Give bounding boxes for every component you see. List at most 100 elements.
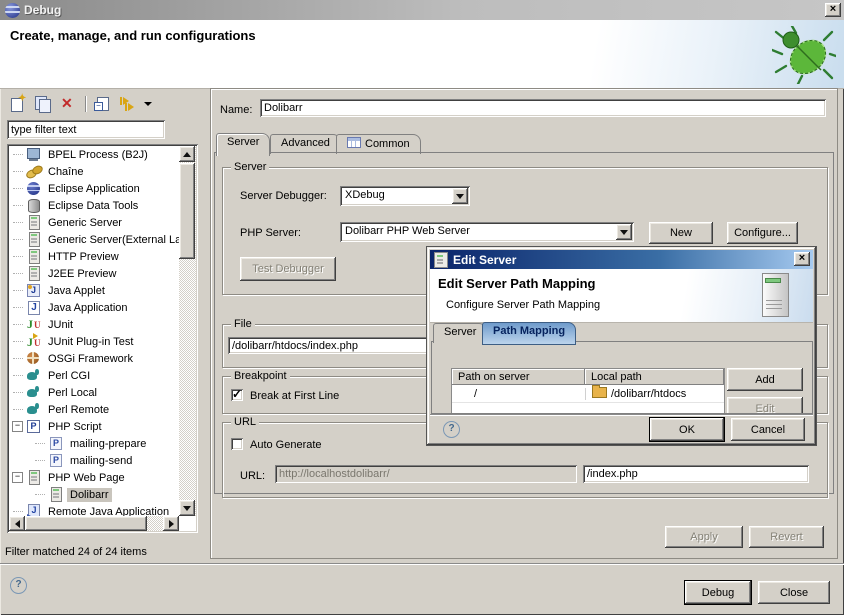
server-icon — [26, 215, 42, 230]
folder-icon — [592, 387, 607, 398]
tree-item-label: mailing-send — [67, 454, 135, 468]
tree-item-eclipse-data-tools[interactable]: Eclipse Data Tools — [9, 197, 179, 214]
tree-item-java-applet[interactable]: Java Applet — [9, 282, 179, 299]
delete-configuration-icon[interactable]: ✕ — [57, 94, 79, 114]
tree-item-osgi-framework[interactable]: OSGi Framework — [9, 350, 179, 367]
tree-connector — [13, 205, 23, 206]
path-mapping-row[interactable]: //dolibarr/htdocs — [452, 385, 724, 403]
server-tower-icon — [762, 273, 789, 317]
process-icon — [26, 147, 42, 162]
horizontal-scroll-thumb[interactable] — [25, 516, 147, 531]
add-mapping-button[interactable]: Add — [727, 368, 803, 391]
collapse-toggle-icon[interactable]: − — [12, 472, 23, 483]
server-icon — [434, 252, 448, 268]
tab-advanced[interactable]: Advanced — [270, 134, 341, 154]
cancel-button[interactable]: Cancel — [731, 418, 805, 441]
configure-server-button[interactable]: Configure... — [727, 222, 798, 244]
tree-item-eclipse-application[interactable]: Eclipse Application — [9, 180, 179, 197]
scroll-left-icon[interactable] — [9, 516, 25, 531]
debug-configurations-window: Debug × Create, manage, and run configur… — [0, 0, 844, 615]
edit-server-dialog: Edit Server × Edit Server Path Mapping C… — [427, 247, 816, 445]
close-button[interactable]: Close — [758, 581, 830, 604]
tree-item-label: Perl Remote — [45, 403, 112, 417]
tree-connector — [13, 256, 23, 257]
duplicate-configuration-icon[interactable] — [32, 94, 54, 114]
filter-launch-configurations-icon[interactable] — [117, 94, 139, 114]
tree-item-java-application[interactable]: Java Application — [9, 299, 179, 316]
tree-item-remote-java-application[interactable]: Remote Java Application — [9, 503, 179, 516]
junit-icon — [26, 317, 42, 332]
column-header-local-path[interactable]: Local path — [585, 369, 724, 385]
url-group-legend: URL — [231, 416, 259, 428]
tab-server[interactable]: Server — [216, 133, 270, 156]
ok-button[interactable]: OK — [650, 418, 724, 441]
auto-generate-checkbox[interactable]: ✓ — [231, 438, 243, 450]
tree-horizontal-scrollbar[interactable] — [9, 516, 179, 531]
tree-item-junit[interactable]: JUnit — [9, 316, 179, 333]
path-mapping-table[interactable]: Path on server Local path //dolibarr/htd… — [451, 368, 725, 414]
path-mapping-rows: //dolibarr/htdocs — [452, 385, 724, 403]
scroll-right-icon[interactable] — [163, 516, 179, 531]
tree-item-dolibarr[interactable]: Dolibarr — [9, 486, 179, 503]
tree-item-label: Generic Server — [45, 216, 125, 230]
dialog-tab-path-mapping[interactable]: Path Mapping — [482, 322, 576, 345]
vertical-scroll-thumb[interactable] — [179, 163, 195, 259]
tree-item-php-script[interactable]: − PHP Script — [9, 418, 179, 435]
dialog-tab-server[interactable]: Server — [433, 323, 487, 343]
tree-connector — [13, 358, 23, 359]
collapse-all-icon[interactable]: − — [92, 94, 114, 114]
combo-dropdown-icon[interactable] — [452, 188, 468, 204]
dialog-help-icon[interactable]: ? — [443, 421, 460, 438]
tree-item-generic-server[interactable]: Generic Server — [9, 214, 179, 231]
new-configuration-icon[interactable]: ✦ — [7, 94, 29, 114]
scroll-down-icon[interactable] — [179, 500, 195, 516]
collapse-toggle-icon[interactable]: − — [12, 421, 23, 432]
tree-item-http-preview[interactable]: HTTP Preview — [9, 248, 179, 265]
tree-connector — [13, 222, 23, 223]
tree-item-label: Eclipse Data Tools — [45, 199, 141, 213]
tree-item-bpel-process-b2j-[interactable]: BPEL Process (B2J) — [9, 146, 179, 163]
tree-item-generic-server-external-la[interactable]: Generic Server(External La — [9, 231, 179, 248]
tab-common[interactable]: Common — [336, 134, 421, 154]
php-server-combo[interactable]: Dolibarr PHP Web Server — [340, 222, 634, 242]
tree-item-php-web-page[interactable]: −PHP Web Page — [9, 469, 179, 486]
combo-dropdown-icon[interactable] — [616, 224, 632, 240]
server-debugger-combo[interactable]: XDebug — [340, 186, 470, 206]
tree-item-cha-ne[interactable]: Chaîne — [9, 163, 179, 180]
tree-connector — [35, 443, 45, 444]
revert-button: Revert — [749, 526, 824, 548]
tree-connector — [35, 460, 45, 461]
tree-connector — [13, 273, 23, 274]
tree-item-perl-remote[interactable]: Perl Remote — [9, 401, 179, 418]
tree-vertical-scrollbar[interactable] — [179, 146, 196, 516]
new-server-button[interactable]: New — [649, 222, 713, 244]
tree-item-mailing-prepare[interactable]: mailing-prepare — [9, 435, 179, 452]
tree-item-j2ee-preview[interactable]: J2EE Preview — [9, 265, 179, 282]
close-dialog-icon[interactable]: × — [794, 252, 810, 266]
close-window-icon[interactable]: × — [825, 3, 841, 17]
filter-input[interactable] — [7, 120, 165, 139]
tree-item-mailing-send[interactable]: mailing-send — [9, 452, 179, 469]
help-icon[interactable]: ? — [10, 577, 27, 594]
tree-connector — [13, 188, 23, 189]
tree-item-label: PHP Script — [45, 420, 105, 434]
perl-icon — [26, 402, 42, 417]
dialog-titlebar[interactable]: Edit Server × — [430, 250, 813, 269]
url-path-input[interactable] — [583, 465, 809, 483]
tree-item-perl-cgi[interactable]: Perl CGI — [9, 367, 179, 384]
tree-connector — [13, 324, 23, 325]
name-input[interactable] — [260, 99, 826, 117]
column-header-path-on-server[interactable]: Path on server — [452, 369, 585, 385]
tree-item-junit-plug-in-test[interactable]: JUnit Plug-in Test — [9, 333, 179, 350]
java-icon — [26, 300, 42, 315]
break-first-line-checkbox[interactable]: ✓ — [231, 389, 243, 401]
eclipse-icon — [26, 181, 42, 196]
scroll-up-icon[interactable] — [179, 146, 195, 162]
tree-item-label: HTTP Preview — [45, 250, 122, 264]
debug-button[interactable]: Debug — [685, 581, 751, 604]
breakpoint-group-legend: Breakpoint — [231, 370, 290, 382]
perl-icon — [26, 385, 42, 400]
tree-item-perl-local[interactable]: Perl Local — [9, 384, 179, 401]
window-titlebar[interactable]: Debug × — [0, 0, 844, 20]
filter-menu-dropdown-icon[interactable] — [142, 94, 152, 114]
